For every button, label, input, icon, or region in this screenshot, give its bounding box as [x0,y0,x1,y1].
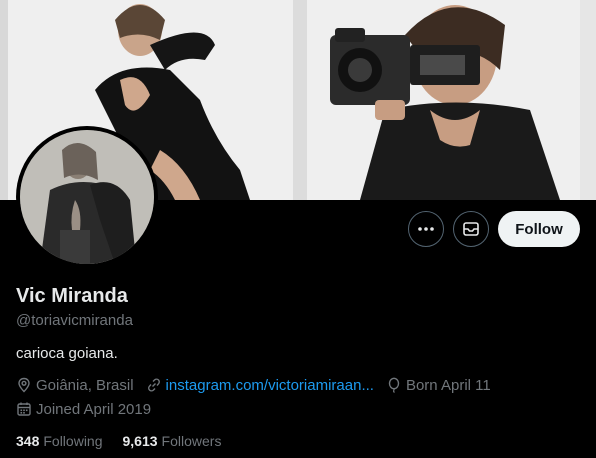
followers-label: Followers [161,433,222,449]
link-icon [147,378,160,392]
following-label: Following [43,433,103,449]
more-button[interactable] [408,211,444,247]
mail-icon [463,222,479,236]
location-item: Goiânia, Brasil [16,376,134,394]
joined-item: Joined April 2019 [16,400,151,418]
follow-button[interactable]: Follow [498,211,580,247]
following-link[interactable]: 348 Following [16,433,103,449]
display-name: Vic Miranda [16,285,128,307]
followers-count: 9,613 [122,433,158,449]
follow-stats: 348 Following 9,613 Followers [16,433,221,449]
profile-meta: Goiânia, Brasil instagram.com/victoriami… [16,376,580,418]
more-icon [418,227,434,231]
birthday-text: Born April 11 [405,376,491,394]
location-icon [18,377,30,393]
profile-actions: Follow [408,211,580,247]
message-button[interactable] [453,211,489,247]
website-item[interactable]: instagram.com/victoriamiraan... [146,376,374,394]
username-handle: @toriavicmiranda [16,312,133,329]
profile-bio: carioca goiana. [16,345,118,362]
joined-text: Joined April 2019 [36,400,152,418]
balloon-icon [388,377,400,393]
followers-link[interactable]: 9,613 Followers [123,433,222,449]
following-count: 348 [16,433,40,449]
location-text: Goiânia, Brasil [36,376,134,394]
website-link[interactable]: instagram.com/victoriamiraan... [166,377,374,394]
birthday-item: Born April 11 [386,376,491,394]
profile-avatar[interactable] [16,126,158,268]
avatar-photo [20,130,154,264]
calendar-icon [17,402,31,416]
